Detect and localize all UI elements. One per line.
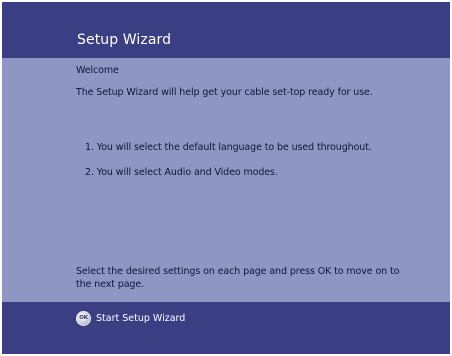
screen: Setup Wizard Welcome The Setup Wizard wi… bbox=[0, 0, 452, 356]
instructions-text: Select the desired settings on each page… bbox=[76, 266, 400, 290]
setup-wizard-window bbox=[2, 2, 450, 354]
start-setup-wizard-button[interactable]: OK Start Setup Wizard bbox=[76, 310, 185, 326]
footer-band bbox=[2, 302, 450, 354]
welcome-heading: Welcome bbox=[76, 65, 119, 76]
ok-button-icon: OK bbox=[76, 310, 91, 326]
intro-text: The Setup Wizard will help get your cabl… bbox=[76, 87, 373, 98]
step-item-language: 1. You will select the default language … bbox=[85, 142, 372, 153]
start-setup-wizard-label: Start Setup Wizard bbox=[96, 312, 186, 324]
page-title: Setup Wizard bbox=[77, 32, 172, 48]
ok-icon-label: OK bbox=[79, 315, 88, 321]
step-item-audio-video: 2. You will select Audio and Video modes… bbox=[85, 167, 278, 178]
header-band bbox=[2, 2, 450, 58]
